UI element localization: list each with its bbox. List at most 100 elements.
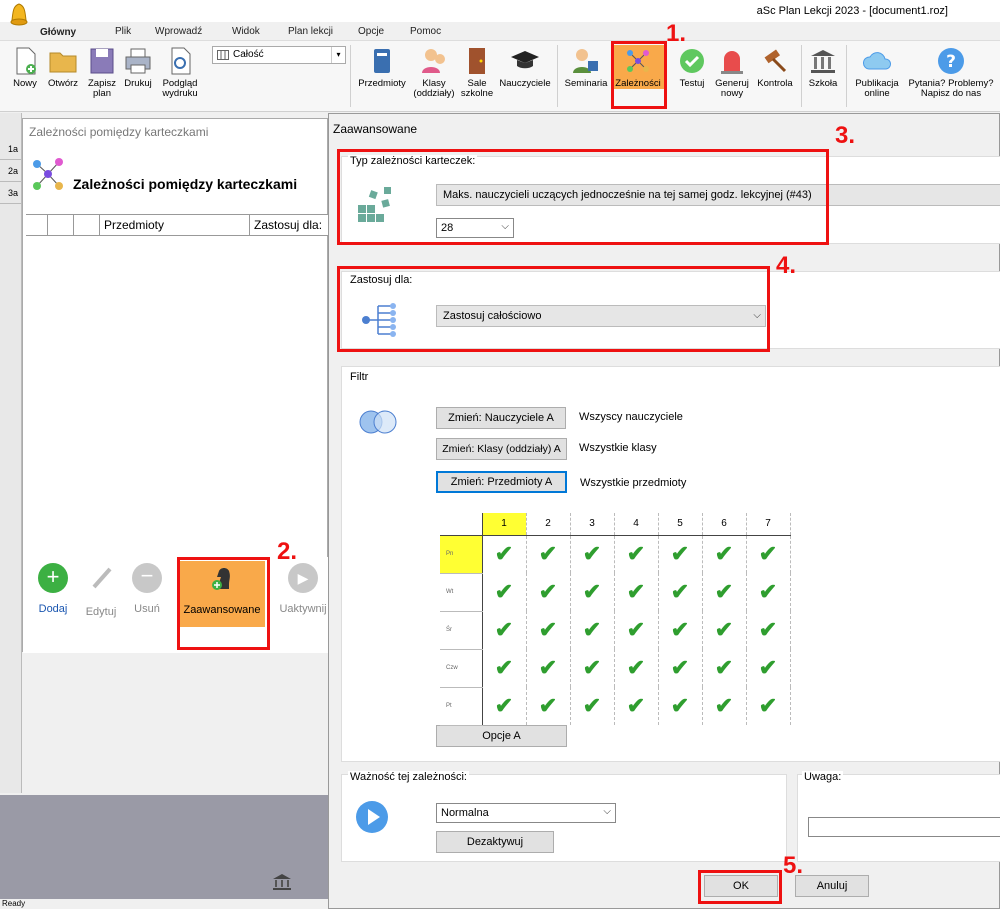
column-status[interactable] <box>48 215 74 235</box>
cell-check-icon[interactable]: ✔ <box>482 687 527 725</box>
period-header[interactable]: 5 <box>658 513 703 536</box>
generate-button[interactable]: Generuj nowy <box>710 45 754 99</box>
cell-check-icon[interactable]: ✔ <box>570 649 615 687</box>
apply-for-select[interactable]: Zastosuj całościowo ⌵ <box>436 305 766 327</box>
tab-wprowadz[interactable]: Wprowadź <box>155 26 202 37</box>
cell-check-icon[interactable]: ✔ <box>526 687 571 725</box>
cell-check-icon[interactable]: ✔ <box>702 611 747 649</box>
change-teachers-button[interactable]: Zmień: Nauczyciele A <box>436 407 566 429</box>
test-button[interactable]: Testuj <box>674 45 710 89</box>
cell-check-icon[interactable]: ✔ <box>702 649 747 687</box>
cell-check-icon[interactable]: ✔ <box>614 687 659 725</box>
cell-check-icon[interactable]: ✔ <box>482 649 527 687</box>
folder-icon <box>49 52 77 73</box>
class-row-3a[interactable]: 3a <box>0 182 22 204</box>
cell-check-icon[interactable]: ✔ <box>526 649 571 687</box>
day-header[interactable]: Pn <box>440 535 483 574</box>
tab-plan-lekcji[interactable]: Plan lekcji <box>288 26 333 37</box>
publish-online-button[interactable]: Publikacja online <box>850 45 904 99</box>
control-button[interactable]: Kontrola <box>754 45 796 89</box>
options-button[interactable]: Opcje A <box>436 725 567 747</box>
dependencies-window: Zależności pomiędzy karteczkami Zależnoś… <box>22 118 329 653</box>
cell-check-icon[interactable]: ✔ <box>614 649 659 687</box>
cell-check-icon[interactable]: ✔ <box>570 687 615 725</box>
tab-pomoc[interactable]: Pomoc <box>410 26 441 37</box>
tab-widok[interactable]: Widok <box>232 26 260 37</box>
cell-check-icon[interactable]: ✔ <box>702 573 747 611</box>
change-subjects-button[interactable]: Zmień: Przedmioty A <box>436 471 567 493</box>
teachers-button[interactable]: Nauczyciele <box>497 45 553 89</box>
seminars-button[interactable]: Seminaria <box>562 45 610 89</box>
column-select[interactable] <box>26 215 48 235</box>
cell-check-icon[interactable]: ✔ <box>746 649 791 687</box>
note-input[interactable] <box>808 817 1000 837</box>
save-button[interactable]: Zapisz plan <box>84 45 120 99</box>
dependencies-button[interactable]: Zależności <box>612 45 664 89</box>
cell-check-icon[interactable]: ✔ <box>658 649 703 687</box>
period-header[interactable]: 1 <box>482 513 527 536</box>
cell-check-icon[interactable]: ✔ <box>482 573 527 611</box>
column-subjects[interactable]: Przedmioty <box>100 215 250 235</box>
remove-button[interactable]: − Usuń <box>127 563 167 615</box>
new-button[interactable]: Nowy <box>8 45 42 89</box>
subjects-button[interactable]: Przedmioty <box>356 45 408 89</box>
cell-check-icon[interactable]: ✔ <box>526 573 571 611</box>
day-header[interactable]: Wt <box>440 573 483 612</box>
tab-plik[interactable]: Plik <box>115 26 131 37</box>
school-button[interactable]: Szkoła <box>804 45 842 89</box>
cell-check-icon[interactable]: ✔ <box>526 535 571 573</box>
cell-check-icon[interactable]: ✔ <box>482 535 527 573</box>
edit-button[interactable]: Edytuj <box>81 563 121 618</box>
period-header[interactable]: 3 <box>570 513 615 536</box>
day-header[interactable]: Czw <box>440 649 483 688</box>
cell-check-icon[interactable]: ✔ <box>482 611 527 649</box>
advanced-button[interactable]: Zaawansowane <box>179 561 265 627</box>
cell-check-icon[interactable]: ✔ <box>526 611 571 649</box>
column-flag[interactable] <box>74 215 100 235</box>
cell-check-icon[interactable]: ✔ <box>702 687 747 725</box>
help-button[interactable]: ? Pytania? Problemy? Napisz do nas <box>904 45 998 99</box>
day-header[interactable]: Pt <box>440 687 483 726</box>
period-header[interactable]: 4 <box>614 513 659 536</box>
cell-check-icon[interactable]: ✔ <box>658 535 703 573</box>
cell-check-icon[interactable]: ✔ <box>658 573 703 611</box>
grid-corner <box>440 513 483 536</box>
activate-button[interactable]: ▶ Uaktywnij <box>277 563 329 615</box>
dependency-type-field[interactable]: Maks. nauczycieli uczących jednocześnie … <box>436 184 1000 206</box>
rooms-button[interactable]: Sale szkolne <box>460 45 494 99</box>
cancel-button[interactable]: Anuluj <box>795 875 869 897</box>
scope-select[interactable]: Całość ▾ <box>212 46 346 64</box>
cell-check-icon[interactable]: ✔ <box>570 535 615 573</box>
add-button[interactable]: + Dodaj <box>33 563 73 615</box>
cell-check-icon[interactable]: ✔ <box>570 611 615 649</box>
tab-opcje[interactable]: Opcje <box>358 26 384 37</box>
column-apply-for[interactable]: Zastosuj dla: <box>250 215 329 235</box>
cell-check-icon[interactable]: ✔ <box>746 573 791 611</box>
period-header[interactable]: 6 <box>702 513 747 536</box>
day-header[interactable]: Śr <box>440 611 483 650</box>
print-preview-icon <box>171 47 191 75</box>
class-row-1a[interactable]: 1a <box>0 138 22 160</box>
print-button[interactable]: Drukuj <box>120 45 156 89</box>
cell-check-icon[interactable]: ✔ <box>746 687 791 725</box>
classes-button[interactable]: Klasy (oddziały) <box>410 45 458 99</box>
period-header[interactable]: 2 <box>526 513 571 536</box>
cell-check-icon[interactable]: ✔ <box>702 535 747 573</box>
cell-check-icon[interactable]: ✔ <box>658 687 703 725</box>
cell-check-icon[interactable]: ✔ <box>570 573 615 611</box>
deactivate-button[interactable]: Dezaktywuj <box>436 831 554 853</box>
cell-check-icon[interactable]: ✔ <box>746 611 791 649</box>
cell-check-icon[interactable]: ✔ <box>614 535 659 573</box>
open-button[interactable]: Otwórz <box>44 45 82 89</box>
cell-check-icon[interactable]: ✔ <box>614 611 659 649</box>
cell-check-icon[interactable]: ✔ <box>658 611 703 649</box>
change-classes-button[interactable]: Zmień: Klasy (oddziały) A <box>436 438 567 460</box>
importance-select[interactable]: Normalna ⌵ <box>436 803 616 823</box>
print-preview-button[interactable]: Podgląd wydruku <box>157 45 203 99</box>
period-header[interactable]: 7 <box>746 513 791 536</box>
type-number-select[interactable]: 28 ⌵ <box>436 218 514 238</box>
ok-button[interactable]: OK <box>704 875 778 897</box>
cell-check-icon[interactable]: ✔ <box>614 573 659 611</box>
class-row-2a[interactable]: 2a <box>0 160 22 182</box>
cell-check-icon[interactable]: ✔ <box>746 535 791 573</box>
